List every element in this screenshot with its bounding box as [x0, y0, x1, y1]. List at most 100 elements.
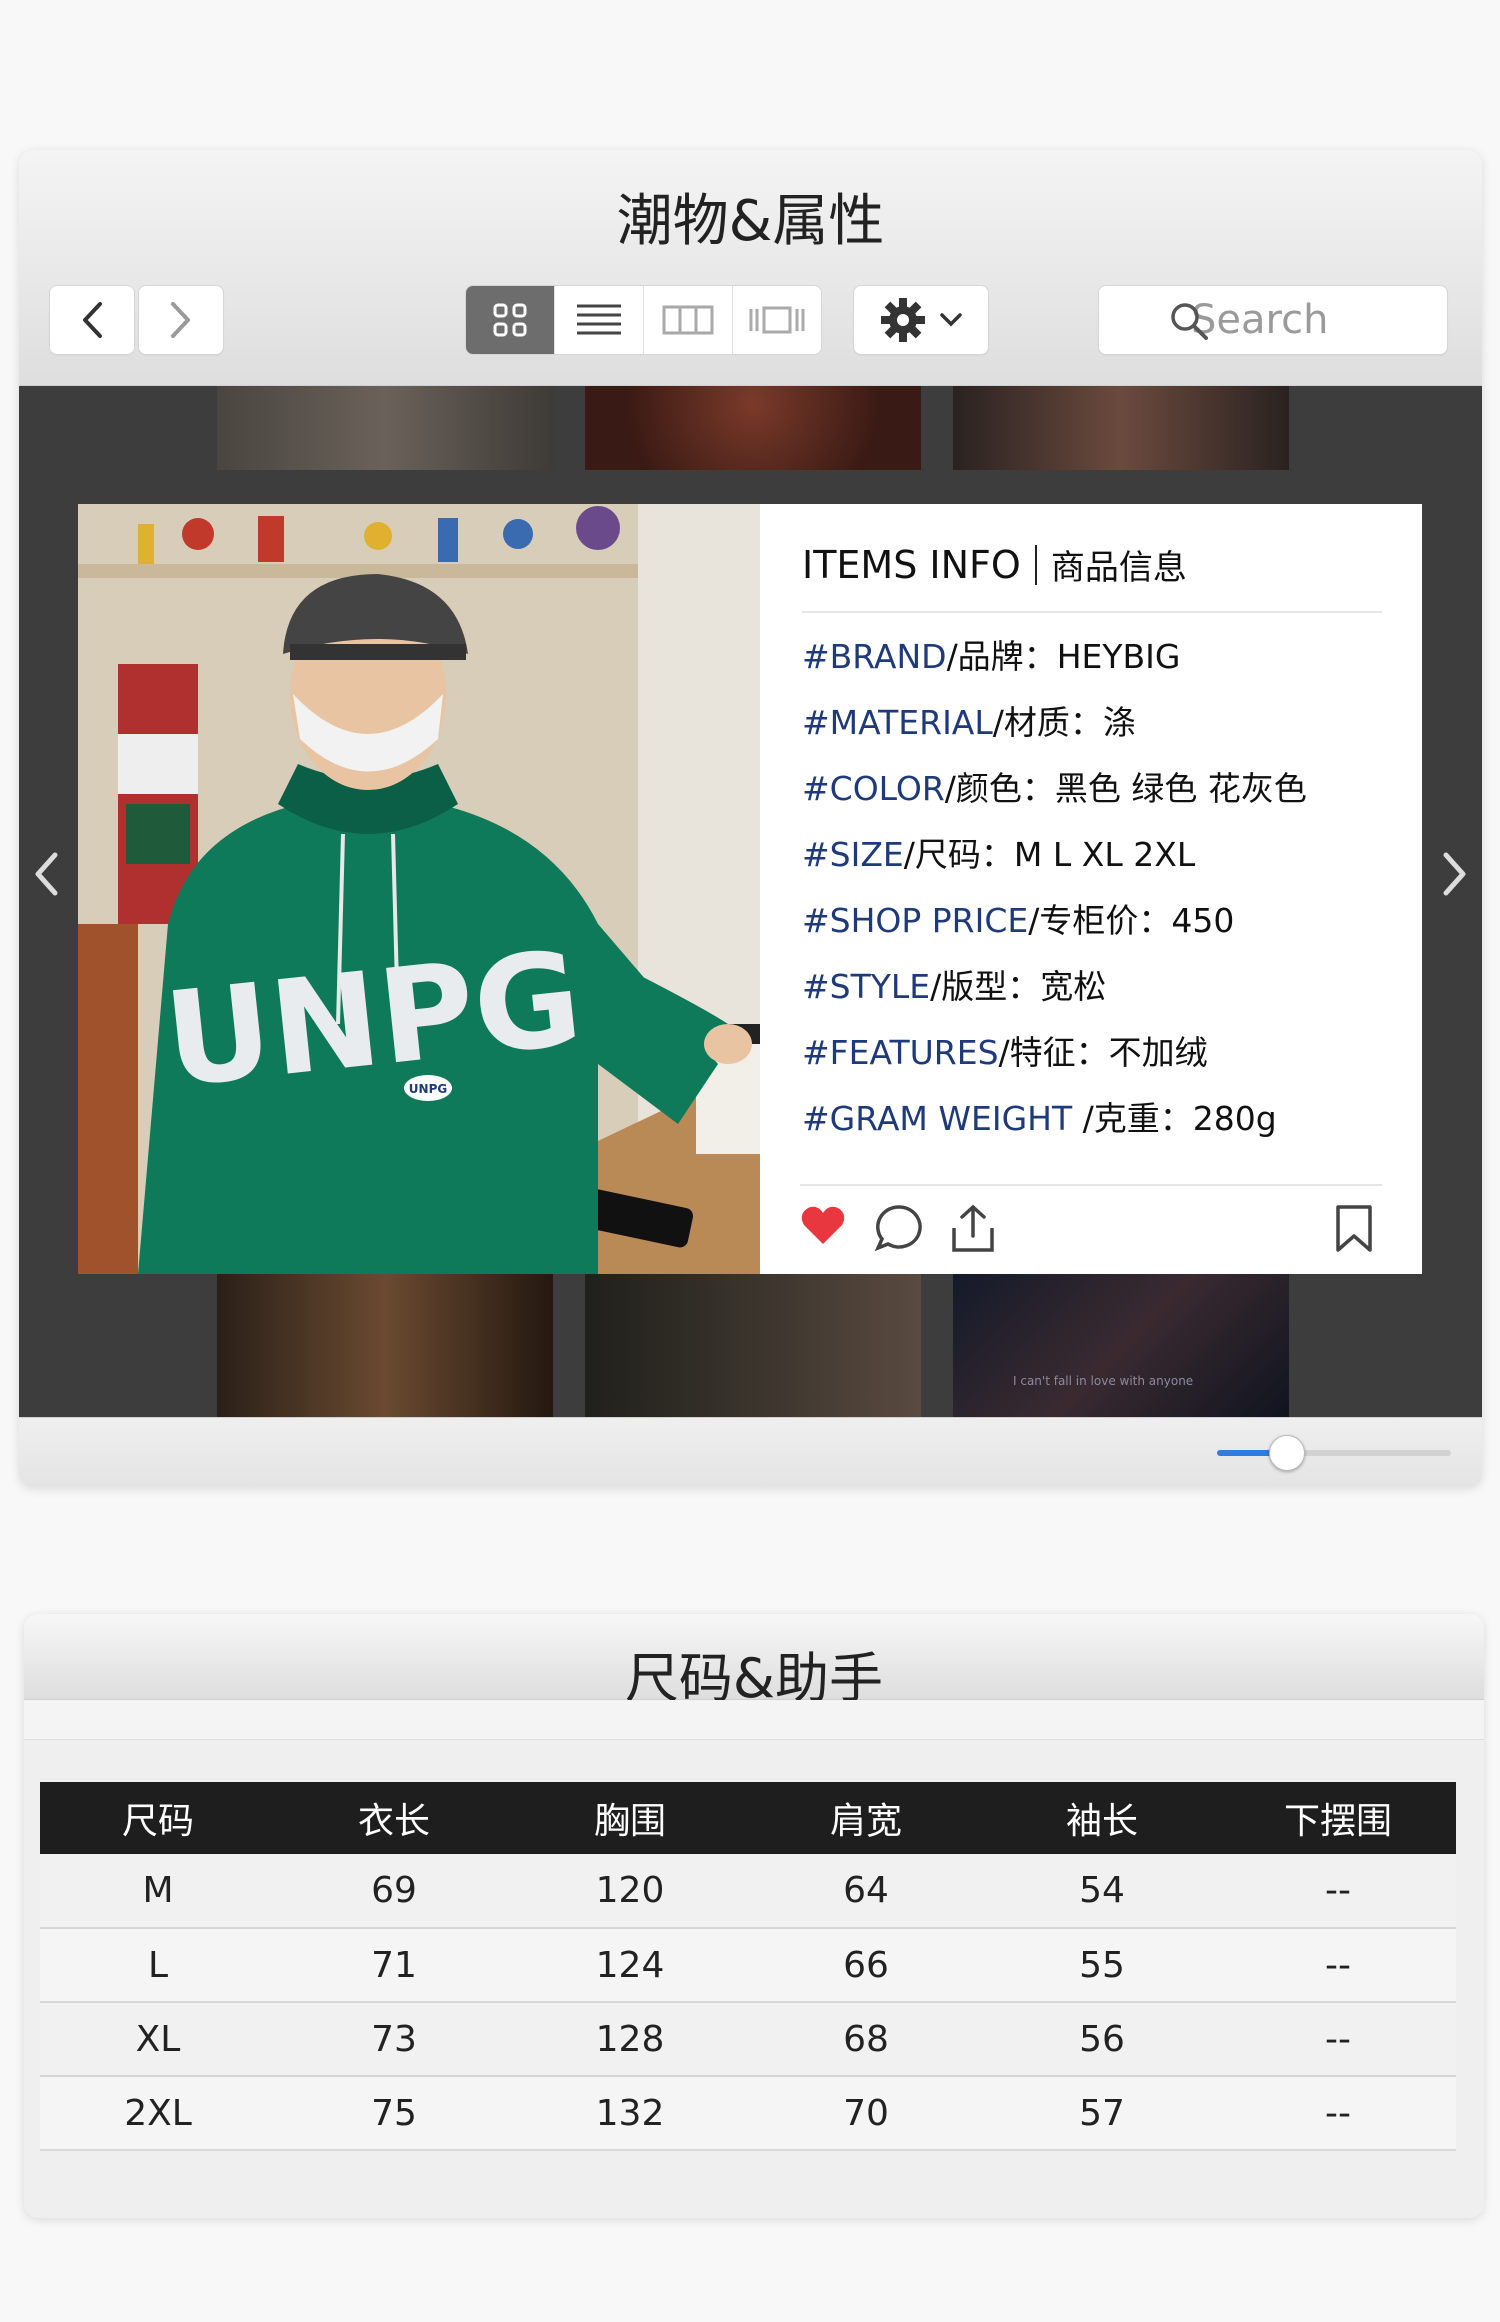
thumbnail[interactable]	[953, 386, 1289, 470]
column-view-button[interactable]	[644, 286, 733, 354]
back-button[interactable]	[49, 285, 135, 355]
zoom-slider[interactable]	[1217, 1435, 1451, 1471]
product-card: UNPG UNPG ITEMS INFO 商品信息 #BRAND/品牌：HEYB…	[78, 504, 1422, 1274]
cover-flow-viewer: I can't fall in love with anyone UNPG UN…	[19, 386, 1482, 1417]
attribute-key: #SHOP PRICE	[802, 901, 1029, 940]
attribute-row: #SIZE/尺码：M L XL 2XL	[802, 833, 1382, 877]
column-header: 尺码	[40, 1782, 276, 1854]
zoom-slider-knob[interactable]	[1269, 1435, 1306, 1471]
column-header: 胸围	[512, 1782, 748, 1854]
attribute-label: /材质：	[992, 703, 1103, 742]
table-cell: 68	[748, 2002, 984, 2077]
attribute-value: 280g	[1192, 1099, 1277, 1138]
table-cell: 66	[748, 1928, 984, 2003]
attribute-key: #COLOR	[802, 769, 945, 808]
table-cell: 64	[748, 1854, 984, 1929]
table-row: XL 73 128 68 56 --	[40, 2002, 1456, 2077]
table-cell: 56	[984, 2002, 1220, 2077]
attribute-label: /专柜价：	[1028, 901, 1172, 940]
search-icon	[1171, 303, 1208, 340]
attribute-value: 宽松	[1040, 967, 1107, 1006]
list-view-button[interactable]	[555, 286, 644, 354]
cover-flow-view-button[interactable]	[733, 286, 821, 354]
cover-flow-icon	[749, 306, 805, 334]
grid-view-button[interactable]	[466, 286, 555, 354]
attribute-label: /品牌：	[946, 637, 1057, 676]
column-header: 袖长	[984, 1782, 1220, 1854]
attribute-label: /版型：	[930, 967, 1041, 1006]
attribute-value: 涤	[1102, 703, 1136, 742]
forward-button[interactable]	[138, 285, 224, 355]
thumbnail[interactable]	[217, 1274, 553, 1417]
window-status-bar	[19, 1417, 1482, 1487]
columns-icon	[662, 305, 714, 335]
window-toolbar: 尺码&助手	[24, 1614, 1484, 1710]
attribute-label: /颜色：	[944, 769, 1055, 808]
heart-icon[interactable]	[800, 1204, 846, 1246]
table-cell: 120	[512, 1854, 748, 1929]
attribute-value: M L XL 2XL	[1013, 835, 1196, 874]
table-cell: --	[1220, 2076, 1456, 2151]
thumbnail[interactable]	[217, 386, 553, 470]
info-header-en: ITEMS INFO	[802, 542, 1021, 587]
table-cell: 69	[276, 1854, 512, 1929]
table-row: 2XL 75 132 70 57 --	[40, 2076, 1456, 2151]
bookmark-icon[interactable]	[1334, 1204, 1374, 1254]
thumbnail[interactable]	[585, 1274, 921, 1417]
search-placeholder: Search	[1191, 297, 1329, 343]
chevron-left-icon	[35, 852, 58, 896]
attribute-value: 450	[1171, 901, 1235, 940]
chevron-down-icon	[940, 313, 962, 327]
table-cell: 57	[984, 2076, 1220, 2151]
table-header-row: 尺码 衣长 胸围 肩宽 袖长 下摆围	[40, 1782, 1456, 1854]
attribute-label: /特征：	[998, 1033, 1109, 1072]
share-icon[interactable]	[950, 1204, 996, 1254]
table-cell: XL	[40, 2002, 276, 2077]
toolbar-strip	[24, 1700, 1484, 1740]
grid-icon	[493, 303, 527, 337]
attribute-key: #GRAM WEIGHT	[802, 1099, 1083, 1138]
window-title: 潮物&属性	[616, 189, 885, 254]
table-cell: M	[40, 1854, 276, 1929]
table-body: M 69 120 64 54 -- L 71 124 66 55 -- XL 73 128 68 56 -- 2XL…	[40, 1854, 1456, 2151]
attribute-label: /尺码：	[903, 835, 1014, 874]
thumbnail[interactable]: I can't fall in love with anyone	[953, 1274, 1289, 1417]
table-cell: --	[1220, 2002, 1456, 2077]
gear-icon	[881, 298, 925, 342]
search-field[interactable]: Search	[1098, 285, 1448, 355]
next-arrow[interactable]	[1442, 851, 1468, 901]
gallery-window: 潮物&属性 Search I can't fall in love with a…	[19, 150, 1482, 1487]
chevron-left-icon	[83, 302, 102, 338]
attribute-key: #SIZE	[802, 835, 904, 874]
attribute-key: #BRAND	[802, 637, 947, 676]
table-cell: 128	[512, 2002, 748, 2077]
attribute-list: #BRAND/品牌：HEYBIG #MATERIAL/材质：涤 #COLOR/颜色：…	[802, 635, 1382, 1141]
header-divider	[1034, 544, 1037, 585]
attribute-row: #BRAND/品牌：HEYBIG	[802, 635, 1382, 679]
table-cell: 54	[984, 1854, 1220, 1929]
attribute-key: #MATERIAL	[802, 703, 993, 742]
action-menu-button[interactable]	[853, 285, 989, 355]
attribute-value: HEYBIG	[1056, 637, 1181, 676]
card-actions	[800, 1184, 1382, 1274]
attribute-value: 黑色 绿色 花灰色	[1054, 769, 1307, 808]
attribute-key: #STYLE	[802, 967, 931, 1006]
attribute-label: /克重：	[1082, 1099, 1193, 1138]
table-cell: 2XL	[40, 2076, 276, 2151]
chevron-right-icon	[1443, 852, 1466, 896]
chevron-right-icon	[171, 302, 190, 338]
attribute-row: #MATERIAL/材质：涤	[802, 701, 1382, 745]
table-cell: 75	[276, 2076, 512, 2151]
window-toolbar: 潮物&属性 Search	[19, 150, 1482, 386]
info-header-zh: 商品信息	[1050, 548, 1187, 588]
attribute-key: #FEATURES	[802, 1033, 999, 1072]
previous-arrow[interactable]	[33, 851, 59, 901]
info-header: ITEMS INFO 商品信息	[802, 540, 1382, 613]
attribute-row: #FEATURES/特征：不加绒	[802, 1031, 1382, 1075]
table-cell: L	[40, 1928, 276, 2003]
table-cell: 73	[276, 2002, 512, 2077]
attribute-row: #COLOR/颜色：黑色 绿色 花灰色	[802, 767, 1382, 811]
comment-icon[interactable]	[874, 1204, 924, 1252]
column-header: 下摆围	[1220, 1782, 1456, 1854]
thumbnail[interactable]	[585, 386, 921, 470]
